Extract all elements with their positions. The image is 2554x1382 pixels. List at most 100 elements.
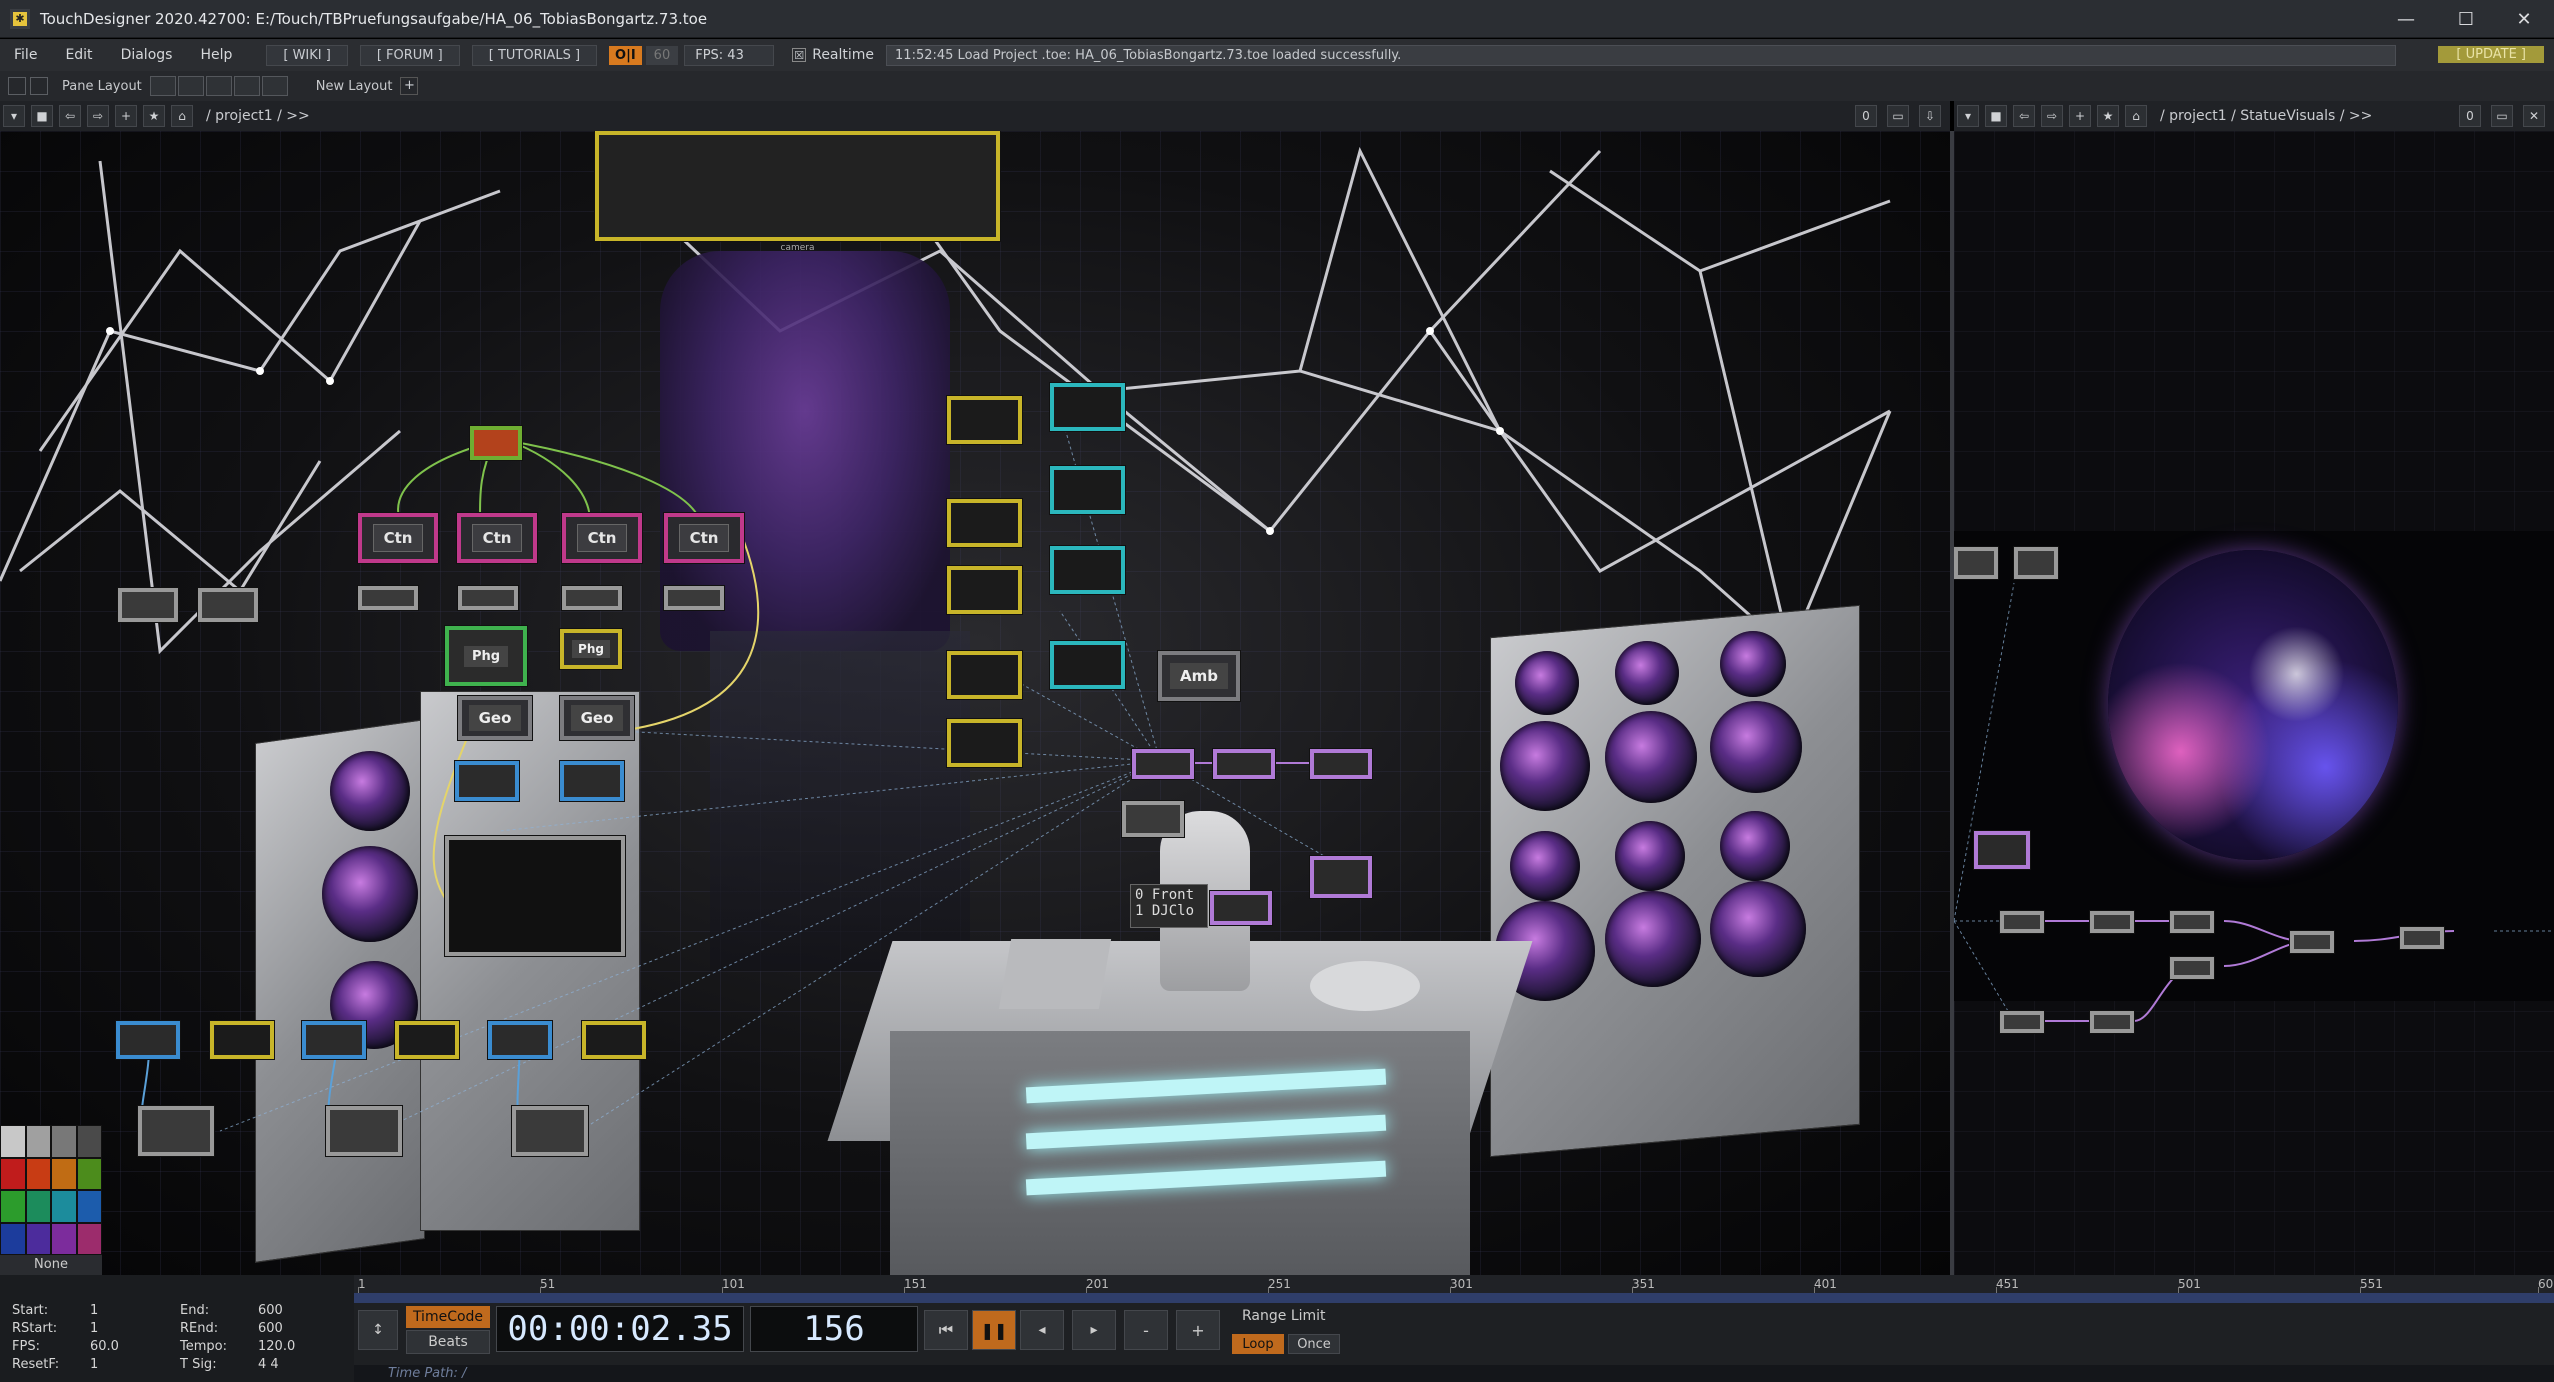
render-top-4[interactable]: [947, 651, 1022, 699]
rectangle-top-2[interactable]: [302, 1021, 366, 1059]
palette-swatch[interactable]: [76, 1125, 102, 1158]
tutorials-button[interactable]: [ TUTORIALS ]: [471, 44, 598, 66]
phong-mat-2[interactable]: Phg: [560, 629, 622, 669]
zero-button[interactable]: 0: [2459, 105, 2481, 127]
target-fps-field[interactable]: 60: [645, 45, 679, 65]
time-path[interactable]: Time Path: /: [354, 1365, 2554, 1382]
palette-swatch[interactable]: [25, 1125, 51, 1158]
add-icon[interactable]: +: [2069, 105, 2091, 127]
rectangle-top-3[interactable]: [488, 1021, 552, 1059]
cook-toggle-button[interactable]: O|I: [609, 45, 642, 65]
container-comp-4[interactable]: Ctn: [664, 513, 744, 563]
zero-button[interactable]: 0: [1855, 105, 1877, 127]
network-node[interactable]: [2170, 957, 2214, 979]
close-button[interactable]: ✕: [2494, 0, 2554, 38]
start-value[interactable]: 1: [90, 1303, 180, 1318]
camera-comp[interactable]: [1122, 801, 1184, 837]
once-button[interactable]: Once: [1288, 1334, 1340, 1354]
pane-split-icon[interactable]: [8, 77, 26, 95]
rstart-value[interactable]: 1: [90, 1321, 180, 1336]
screen-top-4[interactable]: [1050, 641, 1125, 689]
null-chop-4[interactable]: [664, 586, 724, 610]
minimize-button[interactable]: —: [2376, 0, 2436, 38]
close-icon[interactable]: ✕: [2523, 105, 2545, 127]
container-comp-1[interactable]: Ctn: [358, 513, 438, 563]
fps-value[interactable]: 60.0: [90, 1339, 180, 1354]
render-preview-top[interactable]: camera: [595, 131, 1000, 253]
palette-swatch[interactable]: [0, 1222, 26, 1255]
wiki-button[interactable]: [ WIKI ]: [266, 44, 348, 66]
rend-value[interactable]: 600: [258, 1321, 348, 1336]
container-comp-2[interactable]: Ctn: [457, 513, 537, 563]
timeline-ruler[interactable]: 151101151201251301351401451501551600: [354, 1275, 2554, 1293]
update-button[interactable]: [ UPDATE ]: [2438, 46, 2544, 63]
render-top-3[interactable]: [947, 566, 1022, 614]
screen-top-2[interactable]: [1050, 466, 1125, 514]
menu-help[interactable]: Help: [186, 47, 246, 63]
layout-single-icon[interactable]: [149, 76, 176, 96]
menu-file[interactable]: File: [0, 47, 51, 63]
network-node[interactable]: [2000, 911, 2044, 933]
rectangle-top-1[interactable]: [116, 1021, 180, 1059]
palette-swatch[interactable]: [25, 1157, 51, 1190]
image-render-top[interactable]: [1310, 749, 1372, 779]
end-value[interactable]: 600: [258, 1303, 348, 1318]
back-icon[interactable]: ⇦: [2013, 105, 2035, 127]
forward-icon[interactable]: ⇨: [87, 105, 109, 127]
home-icon[interactable]: ⌂: [2125, 105, 2147, 127]
timecode-toggle[interactable]: TimeCode: [406, 1306, 490, 1328]
step-forward-icon[interactable]: ▸: [1072, 1310, 1116, 1350]
layout-quad-icon[interactable]: [261, 76, 288, 96]
realtime-toggle[interactable]: ☒ Realtime: [792, 47, 874, 63]
palette-swatch[interactable]: [51, 1125, 77, 1158]
palette-swatch[interactable]: [76, 1190, 102, 1223]
geo-output-1[interactable]: [138, 1106, 214, 1156]
geometry-comp-1[interactable]: Geo: [458, 696, 532, 740]
network-node[interactable]: [2400, 927, 2444, 949]
layout-horizontal-icon[interactable]: [205, 76, 232, 96]
home-icon[interactable]: ⌂: [171, 105, 193, 127]
geometry-comp-2[interactable]: Geo: [560, 696, 634, 740]
level-top[interactable]: [1213, 749, 1275, 779]
palette-swatch[interactable]: [51, 1190, 77, 1223]
loop-button[interactable]: Loop: [1232, 1334, 1284, 1354]
bookmark-star-icon[interactable]: ★: [2097, 105, 2119, 127]
network-node[interactable]: [2000, 1011, 2044, 1033]
network-node[interactable]: [2090, 1011, 2134, 1033]
switch-top[interactable]: [1210, 891, 1272, 925]
maximize-button[interactable]: ☐: [2436, 0, 2496, 38]
geo-output-2[interactable]: [326, 1106, 402, 1156]
tsig-value[interactable]: 4 4: [258, 1357, 348, 1372]
dropdown-icon[interactable]: ▾: [1957, 105, 1979, 127]
layout-triple-icon[interactable]: [233, 76, 260, 96]
circle-top-3[interactable]: [582, 1021, 646, 1059]
render-top-main[interactable]: [1132, 749, 1194, 779]
palette-swatch[interactable]: [51, 1157, 77, 1190]
render-top-2[interactable]: [947, 499, 1022, 547]
palette-swatch[interactable]: [51, 1222, 77, 1255]
realtime-checkbox-icon[interactable]: ☒: [792, 48, 807, 62]
menu-edit[interactable]: Edit: [51, 47, 106, 63]
frame-display[interactable]: 156: [750, 1306, 918, 1352]
palette-swatch[interactable]: [76, 1157, 102, 1190]
null-chop-2[interactable]: [458, 586, 518, 610]
palette-none-button[interactable]: None: [0, 1255, 102, 1275]
render-preview-left[interactable]: [445, 836, 625, 956]
palette-swatch[interactable]: [25, 1222, 51, 1255]
network-path[interactable]: / project1 / >>: [206, 108, 310, 124]
forum-button[interactable]: [ FORUM ]: [359, 44, 460, 66]
export-icon[interactable]: ⇩: [1919, 105, 1941, 127]
palette-swatch[interactable]: [0, 1157, 26, 1190]
palette-swatch[interactable]: [25, 1190, 51, 1223]
timeline-bar[interactable]: [354, 1293, 2554, 1303]
beats-toggle[interactable]: Beats: [406, 1330, 490, 1354]
network-node[interactable]: [2090, 911, 2134, 933]
back-icon[interactable]: ⇦: [59, 105, 81, 127]
phong-mat-1[interactable]: Phg: [445, 626, 527, 686]
network-node[interactable]: [2290, 931, 2334, 953]
tempo-value[interactable]: 120.0: [258, 1339, 348, 1354]
stop-icon[interactable]: ■: [31, 105, 53, 127]
null-chop-3[interactable]: [562, 586, 622, 610]
network-node[interactable]: [2170, 911, 2214, 933]
ambient-light-comp[interactable]: Amb: [1158, 651, 1240, 701]
